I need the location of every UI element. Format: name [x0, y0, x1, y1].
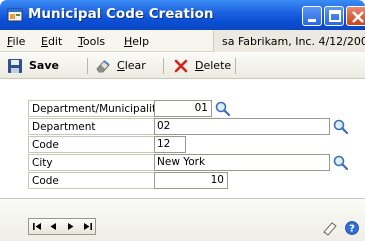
- app-window: Municipal Code Creation File Edit Tools …: [0, 0, 365, 241]
- department-input[interactable]: 02: [154, 118, 330, 135]
- form-row-city: City New York: [28, 154, 350, 171]
- department-municipality-input[interactable]: 01: [154, 100, 212, 117]
- form-row-department: Department 02: [28, 118, 350, 135]
- field-label: Department/Municipality: [28, 100, 162, 117]
- last-record-button[interactable]: [79, 219, 96, 234]
- toolbar-separator: [163, 58, 164, 74]
- maximize-icon: [329, 10, 341, 22]
- field-label: Code: [28, 172, 154, 189]
- window-title: Municipal Code Creation: [28, 6, 214, 22]
- user-company-date: sa Fabrikam, Inc. 4/12/2007: [213, 30, 365, 52]
- magnifier-lookup-icon[interactable]: [332, 154, 349, 171]
- help-icon[interactable]: ?: [344, 220, 360, 236]
- first-record-button[interactable]: [29, 219, 46, 234]
- city-input[interactable]: New York: [154, 154, 330, 171]
- save-label: Save: [29, 59, 59, 72]
- svg-text:?: ?: [349, 224, 355, 235]
- toolbar-separator: [87, 58, 88, 74]
- magnifier-lookup-icon[interactable]: [214, 100, 231, 117]
- menu-file[interactable]: File: [7, 35, 25, 48]
- form-row-city-code: Code 10: [28, 172, 238, 189]
- save-disk-icon: [8, 59, 22, 73]
- minimize-button[interactable]: [302, 6, 322, 26]
- toolbar: Save Clear Delete: [0, 53, 365, 79]
- note-icon[interactable]: [322, 220, 338, 236]
- title-bar[interactable]: Municipal Code Creation: [0, 0, 365, 30]
- menu-edit[interactable]: Edit: [41, 35, 62, 48]
- form-row-department-code: Code 12: [28, 136, 208, 153]
- city-code-input[interactable]: 10: [154, 172, 228, 189]
- form-row-department-municipality: Department/Municipality 01: [28, 100, 238, 117]
- minimize-icon: [308, 19, 316, 22]
- menu-help[interactable]: Help: [124, 35, 149, 48]
- close-button[interactable]: [346, 6, 365, 26]
- app-window-icon: [7, 8, 23, 22]
- eraser-icon: [96, 60, 110, 73]
- footer-bar: ?: [0, 198, 365, 241]
- red-x-icon: [174, 59, 188, 73]
- field-label: City: [28, 154, 154, 171]
- department-code-input[interactable]: 12: [154, 136, 186, 153]
- next-record-button[interactable]: [62, 219, 79, 234]
- field-label: Code: [28, 136, 154, 153]
- maximize-button[interactable]: [324, 6, 344, 26]
- field-label: Department: [28, 118, 154, 135]
- record-navigation: [28, 218, 96, 235]
- menu-tools[interactable]: Tools: [78, 35, 105, 48]
- previous-record-button[interactable]: [45, 219, 62, 234]
- magnifier-lookup-icon[interactable]: [332, 118, 349, 135]
- toolbar-separator: [235, 58, 236, 74]
- close-icon: [352, 11, 364, 23]
